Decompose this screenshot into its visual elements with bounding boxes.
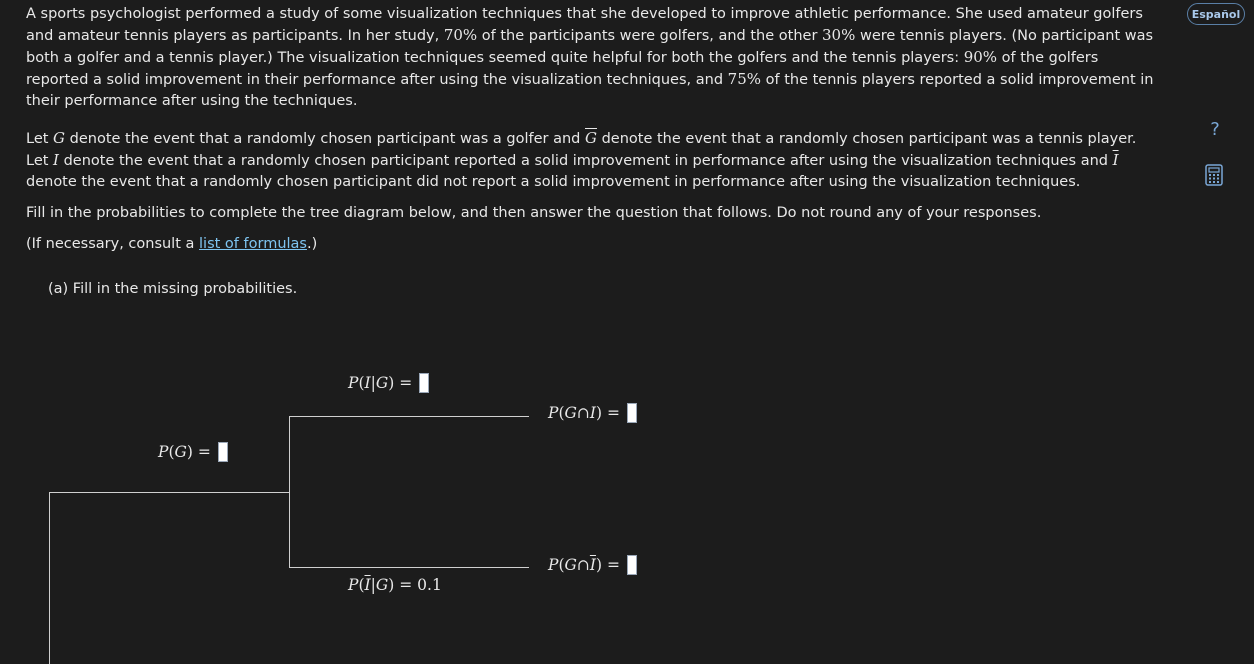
tree-branch-ibar-given-g (289, 567, 529, 568)
pct-golf-improve: 90% (963, 48, 998, 66)
intro-paragraph: A sports psychologist performed a study … (26, 4, 1156, 112)
prob-g-event: G (174, 443, 187, 461)
prob-g-and-ibar-cap: ∩ (576, 556, 590, 574)
prob-g: P(G) = (158, 442, 228, 462)
events-text-4: denote the event that a randomly chosen … (58, 153, 1113, 169)
prob-ibar-given-g-symbol: P (348, 576, 359, 594)
pct-tennis-improve: 75% (727, 70, 761, 88)
part-a-label: (a) Fill in the missing probabilities. (48, 281, 298, 297)
prob-ibar-given-g-equals: = (394, 576, 418, 594)
prob-ibar-given-g-value: 0.1 (417, 576, 442, 594)
formulas-text-2: .) (306, 236, 318, 252)
prob-ibar-given-g: P(I | G) = 0.1 (348, 576, 442, 594)
tree-node-g-connector (289, 416, 290, 568)
prob-g-and-ibar-equals: = (602, 556, 625, 574)
prob-g-and-i: P(G ∩ I) = (548, 403, 637, 423)
problem-page: A sports psychologist performed a study … (0, 0, 1254, 664)
event-g-bar: G (585, 129, 597, 147)
prob-i-given-g-equals: = (394, 374, 418, 392)
prob-g-and-i-left: G (564, 404, 577, 422)
intro-text-2: of the participants were golfers, and th… (477, 28, 823, 44)
answer-input-p-g-and-i[interactable] (626, 403, 637, 423)
event-i-bar: I (1112, 151, 1119, 169)
prob-i-given-g-given: G (375, 374, 389, 392)
formulas-paragraph: (If necessary, consult a list of formula… (26, 234, 1156, 255)
event-g: G (53, 129, 66, 147)
prob-i-given-g: P(I | G) = (348, 373, 430, 393)
tree-branch-i-given-g (289, 416, 529, 417)
events-text-1: Let (26, 131, 54, 147)
answer-input-p-i-given-g[interactable] (419, 373, 430, 393)
language-toggle-button[interactable]: Español (1187, 3, 1245, 25)
prob-g-and-ibar-left: G (564, 556, 577, 574)
prob-g-and-i-cap: ∩ (576, 404, 590, 422)
tree-trunk (49, 492, 50, 664)
answer-input-p-g[interactable] (217, 442, 228, 462)
problem-statement: A sports psychologist performed a study … (26, 4, 1156, 265)
tree-branch-g (49, 492, 290, 493)
prob-g-equals: = (192, 443, 216, 461)
pct-golfers: 70% (443, 26, 478, 44)
formulas-text-1: (If necessary, consult a (26, 236, 200, 252)
prob-g-and-ibar: P(G ∩ I) = (548, 555, 637, 575)
prob-g-symbol: P (158, 443, 169, 461)
answer-input-p-g-and-ibar[interactable] (626, 555, 637, 575)
events-text-5: denote the event that a randomly chosen … (26, 174, 1081, 190)
list-of-formulas-link[interactable]: list of formulas (199, 236, 307, 252)
events-paragraph: Let G denote the event that a randomly c… (26, 128, 1156, 193)
instructions-paragraph: Fill in the probabilities to complete th… (26, 205, 1042, 221)
calculator-icon[interactable] (1205, 164, 1223, 186)
prob-i-given-g-symbol: P (348, 374, 359, 392)
prob-ibar-given-g-given: G (375, 576, 389, 594)
pct-tennis: 30% (822, 26, 856, 44)
prob-g-and-i-symbol: P (548, 404, 559, 422)
events-text-2: denote the event that a randomly chosen … (65, 131, 585, 147)
help-icon[interactable]: ? (1205, 118, 1225, 140)
prob-g-and-i-equals: = (602, 404, 625, 422)
prob-g-and-ibar-symbol: P (548, 556, 559, 574)
